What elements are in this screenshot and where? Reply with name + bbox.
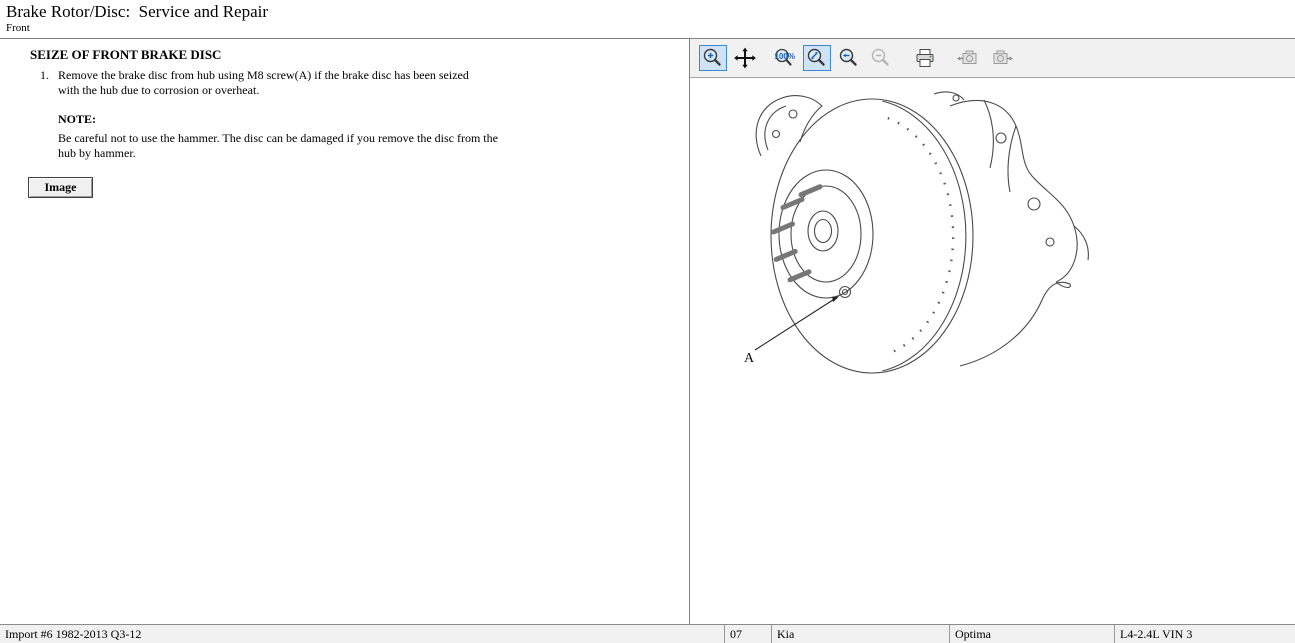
figure-toolbar: 100% [690, 39, 1295, 78]
zoom-dynamic-icon [837, 47, 861, 69]
zoom-100-button[interactable]: 100% [771, 45, 799, 71]
zoom-100-label: 100% [775, 52, 795, 61]
figure-callout-a: A [744, 351, 755, 366]
status-model: Optima [949, 625, 1114, 643]
print-button[interactable] [911, 45, 939, 71]
status-import-info: Import #6 1982-2013 Q3-12 [0, 625, 724, 643]
pan-button[interactable] [731, 45, 759, 71]
image-prev-button[interactable] [955, 45, 983, 71]
step-item: 1. Remove the brake disc from hub using … [40, 68, 689, 98]
main-area: SEIZE OF FRONT BRAKE DISC 1. Remove the … [0, 39, 1295, 624]
status-make: Kia [771, 625, 949, 643]
zoom-out-button[interactable] [867, 45, 895, 71]
pan-icon [733, 47, 757, 69]
page-title: Brake Rotor/Disc: Service and Repair [6, 0, 1295, 22]
zoom-in-button[interactable] [699, 45, 727, 71]
image-next-button[interactable] [987, 45, 1015, 71]
note-block: NOTE: Be careful not to use the hammer. … [58, 112, 689, 161]
zoom-out-icon [869, 47, 893, 69]
note-label: NOTE: [58, 112, 689, 127]
image-prev-icon [956, 47, 982, 69]
zoom-fit-icon [805, 47, 829, 69]
step-text: Remove the brake disc from hub using M8 … [58, 68, 480, 98]
note-text: Be careful not to use the hammer. The di… [58, 131, 498, 161]
zoom-in-icon [701, 47, 725, 69]
status-engine: L4-2.4L VIN 3 [1114, 625, 1295, 643]
zoom-100-icon: 100% [772, 47, 798, 69]
image-next-icon [988, 47, 1014, 69]
zoom-fit-button[interactable] [803, 45, 831, 71]
app-window: Brake Rotor/Disc: Service and Repair Fro… [0, 0, 1295, 643]
step-number: 1. [40, 68, 58, 98]
section-heading: SEIZE OF FRONT BRAKE DISC [30, 47, 689, 63]
zoom-dynamic-button[interactable] [835, 45, 863, 71]
brake-rotor-figure: A [698, 84, 1294, 624]
figure-viewport: A [690, 78, 1295, 624]
page-subtitle: Front [6, 22, 1295, 35]
figure-panel: 100% [690, 39, 1295, 624]
image-button[interactable]: Image [28, 177, 93, 198]
status-group: 07 [724, 625, 771, 643]
print-icon [913, 47, 937, 69]
procedure-panel: SEIZE OF FRONT BRAKE DISC 1. Remove the … [0, 39, 690, 624]
header: Brake Rotor/Disc: Service and Repair Fro… [0, 0, 1295, 39]
status-bar: Import #6 1982-2013 Q3-12 07 Kia Optima … [0, 624, 1295, 643]
